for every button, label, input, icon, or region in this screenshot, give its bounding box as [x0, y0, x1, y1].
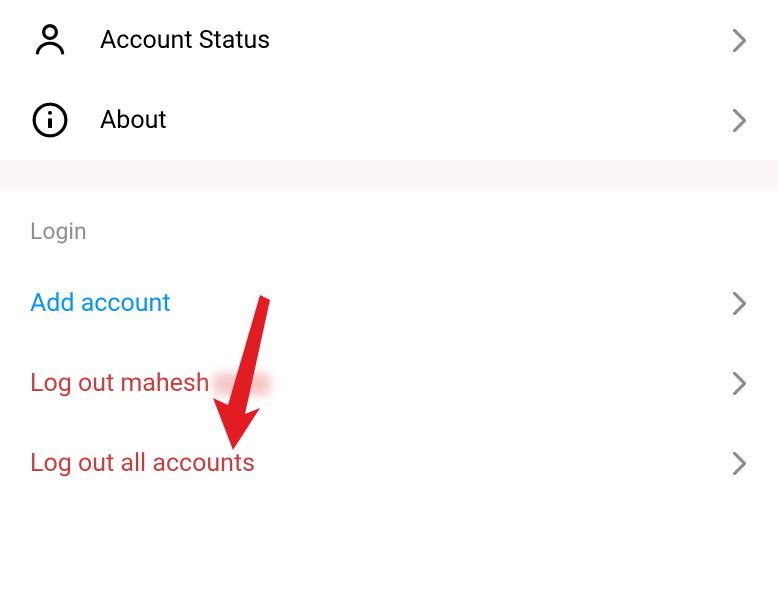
info-icon: [30, 100, 70, 140]
section-header-login: Login: [0, 190, 778, 263]
add-account-item[interactable]: Add account: [0, 263, 778, 343]
chevron-right-icon: [730, 105, 748, 135]
settings-item-label: Account Status: [100, 26, 730, 55]
settings-item-account-status[interactable]: Account Status: [0, 0, 778, 80]
login-item-label: Add account: [30, 289, 730, 318]
log-out-user-item[interactable]: Log out mahesh: [0, 343, 778, 423]
chevron-right-icon: [730, 368, 748, 398]
chevron-right-icon: [730, 288, 748, 318]
login-item-label: Log out mahesh: [30, 369, 730, 398]
chevron-right-icon: [730, 448, 748, 478]
chevron-right-icon: [730, 25, 748, 55]
redacted-text: [214, 373, 270, 395]
person-icon: [30, 20, 70, 60]
section-separator: [0, 160, 778, 190]
log-out-all-item[interactable]: Log out all accounts: [0, 423, 778, 503]
login-item-label: Log out all accounts: [30, 449, 730, 478]
settings-item-label: About: [100, 106, 730, 135]
settings-item-about[interactable]: About: [0, 80, 778, 160]
